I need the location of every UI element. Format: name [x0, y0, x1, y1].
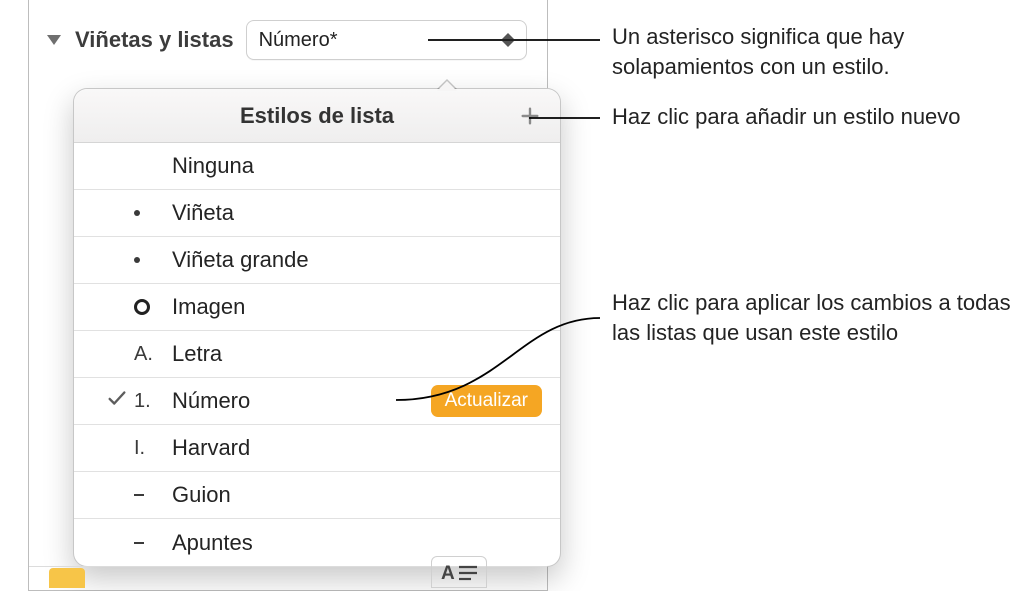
style-item-label: Guion: [172, 482, 542, 508]
update-style-button[interactable]: Actualizar: [431, 385, 542, 417]
list-marker: 1.: [134, 390, 172, 413]
style-item-label: Número: [172, 388, 431, 414]
list-marker: I.: [134, 437, 172, 460]
bullet-icon: [134, 257, 140, 263]
style-item-label: Harvard: [172, 435, 542, 461]
disclosure-triangle-icon[interactable]: [47, 35, 61, 45]
plus-icon: [519, 105, 541, 127]
stepper-icon: [502, 33, 514, 47]
add-style-button[interactable]: [518, 104, 542, 128]
list-marker: [134, 542, 172, 544]
list-styles-popover: Estilos de lista Ninguna Viñeta Viñeta gra…: [73, 88, 561, 567]
list-marker: [134, 257, 172, 263]
list-marker: [134, 299, 172, 315]
dropdown-value: Número*: [259, 29, 338, 52]
checkmark-icon: [106, 387, 128, 415]
popover-header: Estilos de lista: [74, 89, 560, 143]
dash-icon: [134, 494, 144, 496]
dash-icon: [134, 542, 144, 544]
inspector-panel: Viñetas y listas Número* Estilos de list…: [28, 0, 548, 591]
style-item[interactable]: Guion: [74, 472, 560, 519]
list-marker: [134, 494, 172, 496]
list-marker: A.: [134, 343, 172, 366]
popover-title: Estilos de lista: [240, 103, 394, 129]
bullet-icon: [134, 210, 140, 216]
style-item[interactable]: I.Harvard: [74, 425, 560, 472]
style-item-label: Ninguna: [172, 153, 542, 179]
style-item[interactable]: Viñeta grande: [74, 237, 560, 284]
section-title: Viñetas y listas: [75, 27, 234, 53]
style-item-label: Imagen: [172, 294, 542, 320]
text-align-icon: A: [439, 560, 479, 584]
svg-text:A: A: [441, 563, 456, 584]
color-chip: [49, 568, 85, 588]
text-format-button[interactable]: A: [431, 556, 487, 588]
section-header: Viñetas y listas Número*: [29, 0, 547, 80]
style-list: NingunaViñetaViñeta grandeImagenA.Letra1…: [74, 143, 560, 566]
list-style-dropdown[interactable]: Número*: [246, 20, 527, 60]
style-item[interactable]: 1.NúmeroActualizar: [74, 378, 560, 425]
style-item[interactable]: Viñeta: [74, 190, 560, 237]
style-item[interactable]: Imagen: [74, 284, 560, 331]
style-item-label: Letra: [172, 341, 542, 367]
callout-add: Haz clic para añadir un estilo nuevo: [612, 102, 1011, 132]
list-marker: [134, 210, 172, 216]
check-column: [100, 387, 134, 415]
style-item-label: Apuntes: [172, 530, 542, 556]
style-item[interactable]: A.Letra: [74, 331, 560, 378]
style-item-label: Viñeta: [172, 200, 542, 226]
image-bullet-icon: [134, 299, 150, 315]
style-item[interactable]: Apuntes: [74, 519, 560, 566]
style-item[interactable]: Ninguna: [74, 143, 560, 190]
callout-update: Haz clic para aplicar los cambios a toda…: [612, 288, 1011, 347]
style-item-label: Viñeta grande: [172, 247, 542, 273]
callout-asterisk: Un asterisco significa que hay solapamie…: [612, 22, 1011, 81]
